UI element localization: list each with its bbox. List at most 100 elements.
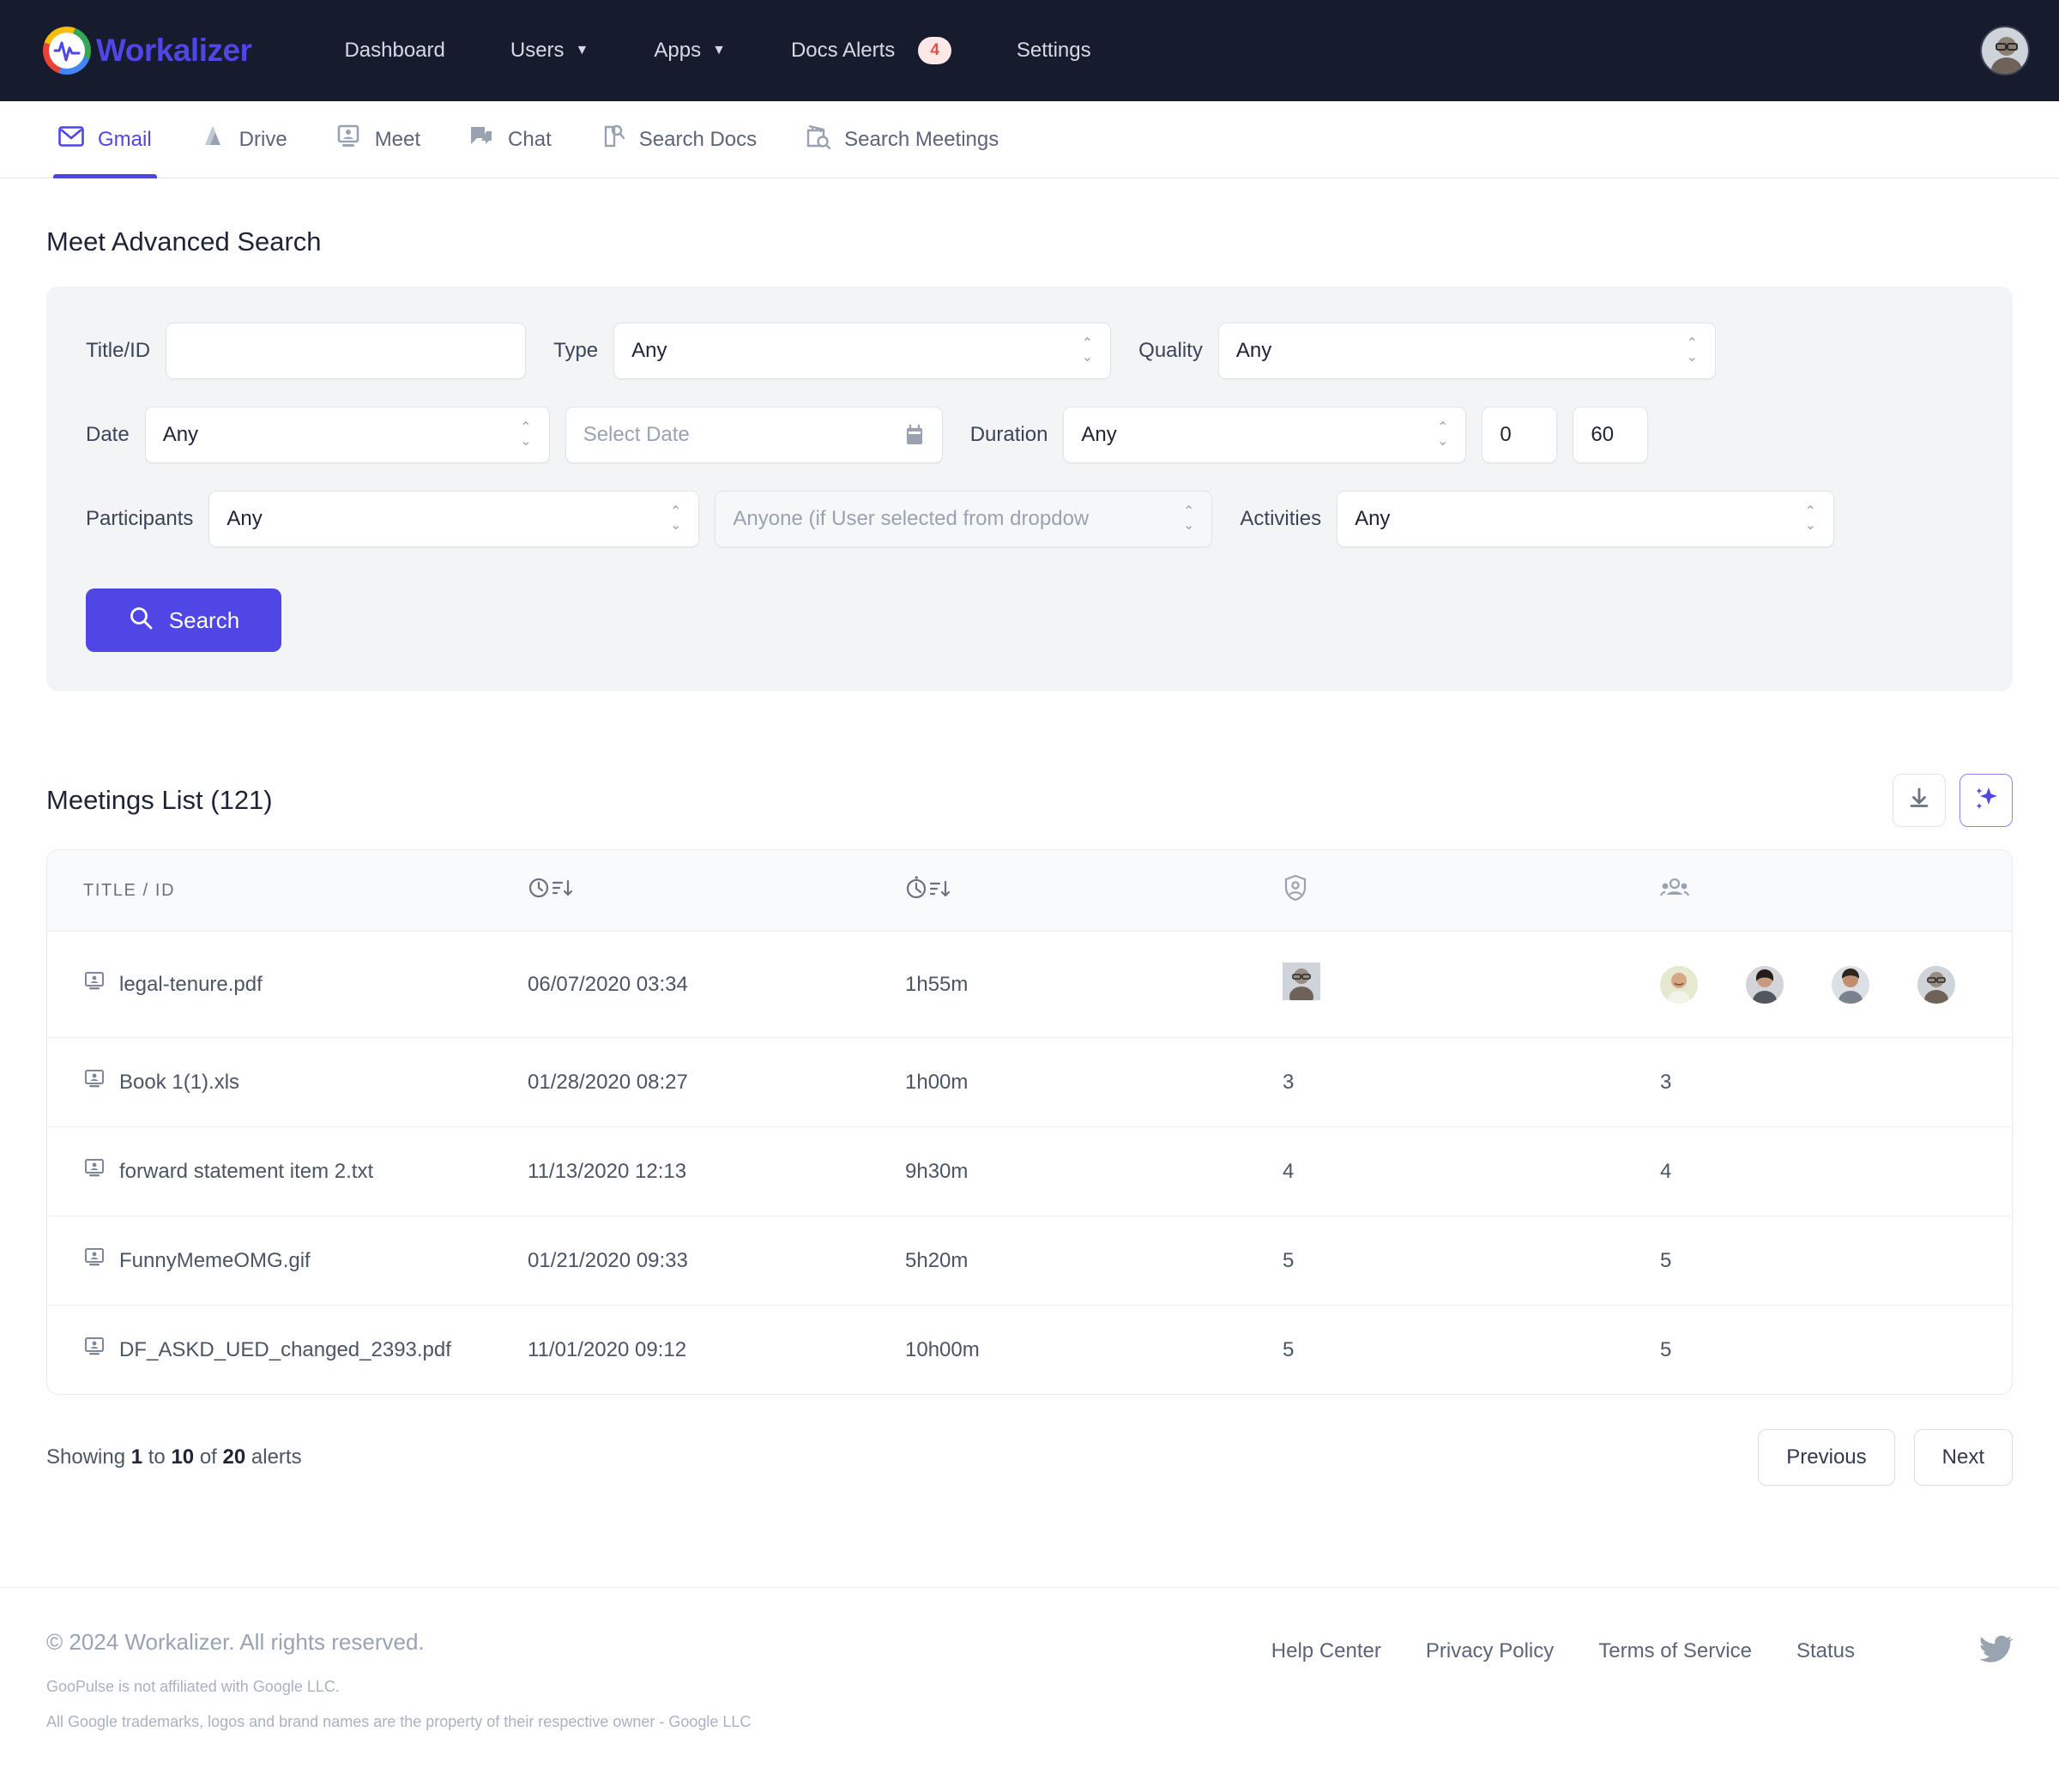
title-id-input[interactable] [166, 323, 527, 379]
chevron-down-icon: ▼ [712, 43, 726, 57]
tab-label: Meet [374, 127, 421, 151]
date-select[interactable]: Any ⌃ ⌄ [144, 407, 550, 463]
duration-value: Any [1081, 423, 1117, 446]
duration-min-input[interactable]: 0 [1482, 407, 1558, 463]
meet-screen-icon [83, 1247, 106, 1274]
chat-icon [468, 124, 494, 154]
table-row[interactable]: FunnyMemeOMG.gif 01/21/2020 09:33 5h20m … [47, 1216, 2012, 1306]
table-row[interactable]: forward statement item 2.txt 11/13/2020 … [47, 1126, 2012, 1216]
quality-value: Any [1235, 339, 1272, 362]
footer-disclaimer-2: All Google trademarks, logos and brand n… [46, 1713, 752, 1730]
row-title-text: DF_ASKD_UED_changed_2393.pdf [119, 1337, 451, 1361]
type-value: Any [631, 339, 667, 362]
download-button[interactable] [1893, 774, 1946, 827]
organizer-avatar[interactable] [1283, 962, 1320, 1007]
pagination-total: 20 [222, 1445, 246, 1469]
cell-title[interactable]: FunnyMemeOMG.gif [47, 1216, 528, 1306]
participant-avatar[interactable] [1660, 965, 1698, 1004]
activities-select[interactable]: Any ⌃ ⌄ [1337, 491, 1835, 547]
table-row[interactable]: legal-tenure.pdf 06/07/2020 03:34 1h55m [47, 931, 2012, 1038]
participants-group-icon [1659, 878, 1690, 903]
participant-avatar[interactable] [1832, 965, 1869, 1004]
table-row[interactable]: DF_ASKD_UED_changed_2393.pdf 11/01/2020 … [47, 1306, 2012, 1395]
date-picker-input[interactable]: Select Date [565, 407, 943, 463]
meet-icon [335, 124, 361, 154]
nav-item-users[interactable]: Users ▼ [478, 39, 622, 63]
column-header-organizer[interactable] [1283, 850, 1660, 932]
gmail-icon [58, 125, 84, 154]
form-row-1: Title/ID Type Any ⌃ ⌄ Quality Any ⌃ ⌄ [86, 323, 1973, 379]
cell-title[interactable]: legal-tenure.pdf [47, 931, 528, 1038]
pagination-buttons: Previous Next [1758, 1429, 2013, 1486]
chevron-updown-icon: ⌃ ⌄ [1804, 504, 1817, 533]
tab-meet[interactable]: Meet [311, 101, 444, 178]
column-header-duration[interactable] [905, 850, 1283, 932]
date-picker-placeholder: Select Date [583, 423, 690, 446]
previous-button[interactable]: Previous [1758, 1429, 1895, 1486]
footer-copyright: © 2024 Workalizer. All rights reserved. [46, 1629, 425, 1655]
calendar-icon[interactable] [904, 424, 925, 446]
nav-links: Dashboard Users ▼ Apps ▼ Docs Alerts 4 S… [311, 37, 1123, 64]
pagination-prefix: Showing [46, 1445, 131, 1469]
cell-date: 11/13/2020 12:13 [528, 1126, 905, 1216]
row-title-text: Book 1(1).xls [119, 1070, 240, 1094]
nav-item-dashboard[interactable]: Dashboard [311, 39, 477, 63]
avatar[interactable] [1980, 26, 2030, 75]
duration-select[interactable]: Any ⌃ ⌄ [1063, 407, 1467, 463]
drive-icon [200, 124, 226, 154]
list-actions [1893, 774, 2013, 827]
cell-organizer [1283, 931, 1660, 1038]
duration-max-input[interactable]: 60 [1573, 407, 1649, 463]
participants-value: Any [226, 507, 263, 530]
nav-item-docs-alerts[interactable]: Docs Alerts 4 [758, 37, 984, 64]
footer-link-terms-of-service[interactable]: Terms of Service [1576, 1639, 1774, 1663]
ai-assist-button[interactable] [1959, 774, 2013, 827]
quality-select[interactable]: Any ⌃ ⌄ [1217, 323, 1716, 379]
cell-title[interactable]: DF_ASKD_UED_changed_2393.pdf [47, 1306, 528, 1395]
row-title-text: forward statement item 2.txt [119, 1159, 374, 1183]
type-select[interactable]: Any ⌃ ⌄ [613, 323, 1112, 379]
tab-drive[interactable]: Drive [176, 101, 311, 178]
nav-item-apps[interactable]: Apps ▼ [621, 39, 758, 63]
participant-avatar[interactable] [1746, 965, 1784, 1004]
pagination-status: Showing 1 to 10 of 20 alerts [46, 1445, 302, 1469]
cell-date: 01/21/2020 09:33 [528, 1216, 905, 1306]
cell-duration: 10h00m [905, 1337, 980, 1361]
cell-duration: 1h00m [905, 1037, 1283, 1127]
cell-title[interactable]: forward statement item 2.txt [47, 1126, 528, 1216]
tab-search-docs[interactable]: Search Docs [576, 101, 781, 178]
footer-link-privacy-policy[interactable]: Privacy Policy [1404, 1639, 1576, 1663]
next-button[interactable]: Next [1913, 1429, 2013, 1486]
cell-duration: 5h20m [905, 1216, 1283, 1306]
cell-title[interactable]: Book 1(1).xls [47, 1037, 528, 1127]
brand[interactable]: Workalizer [43, 27, 252, 75]
tab-search-meetings[interactable]: Search Meetings [781, 101, 1023, 178]
footer-links: Help Center Privacy Policy Terms of Serv… [1249, 1629, 2014, 1668]
cell-organizer: 5 [1283, 1337, 1295, 1361]
table-row[interactable]: Book 1(1).xls 01/28/2020 08:27 1h00m 3 3 [47, 1037, 2012, 1127]
participants-select[interactable]: Any ⌃ ⌄ [208, 491, 700, 547]
cell-organizer: 5 [1283, 1216, 1660, 1306]
tab-gmail[interactable]: Gmail [34, 101, 176, 178]
row-title-text: legal-tenure.pdf [119, 972, 263, 996]
search-icon [128, 605, 154, 637]
meetings-list-header: Meetings List (121) [46, 774, 2013, 827]
page-body: Meet Advanced Search Title/ID Type Any ⌃… [0, 226, 2059, 1486]
search-button[interactable]: Search [86, 588, 281, 652]
pagination-from: 1 [130, 1445, 143, 1469]
footer-disclaimer-1: GooPulse is not affiliated with Google L… [46, 1678, 340, 1695]
tab-chat[interactable]: Chat [444, 101, 576, 178]
nav-label: Settings [1016, 39, 1091, 62]
column-header-title[interactable]: TITLE / ID [47, 850, 528, 932]
footer-link-help-center[interactable]: Help Center [1249, 1639, 1404, 1663]
chevron-updown-icon: ⌃ ⌄ [1686, 335, 1698, 365]
participant-avatar[interactable] [1917, 965, 1955, 1004]
footer-link-status[interactable]: Status [1774, 1639, 1877, 1663]
nav-item-settings[interactable]: Settings [984, 39, 1124, 63]
organizer-shield-icon [1283, 874, 1308, 906]
column-header-participants[interactable] [1659, 850, 2012, 932]
column-header-date[interactable] [528, 850, 905, 932]
twitter-icon[interactable] [1979, 1634, 2014, 1668]
brand-name: Workalizer [96, 33, 252, 68]
pagination-suffix: alerts [245, 1445, 302, 1469]
